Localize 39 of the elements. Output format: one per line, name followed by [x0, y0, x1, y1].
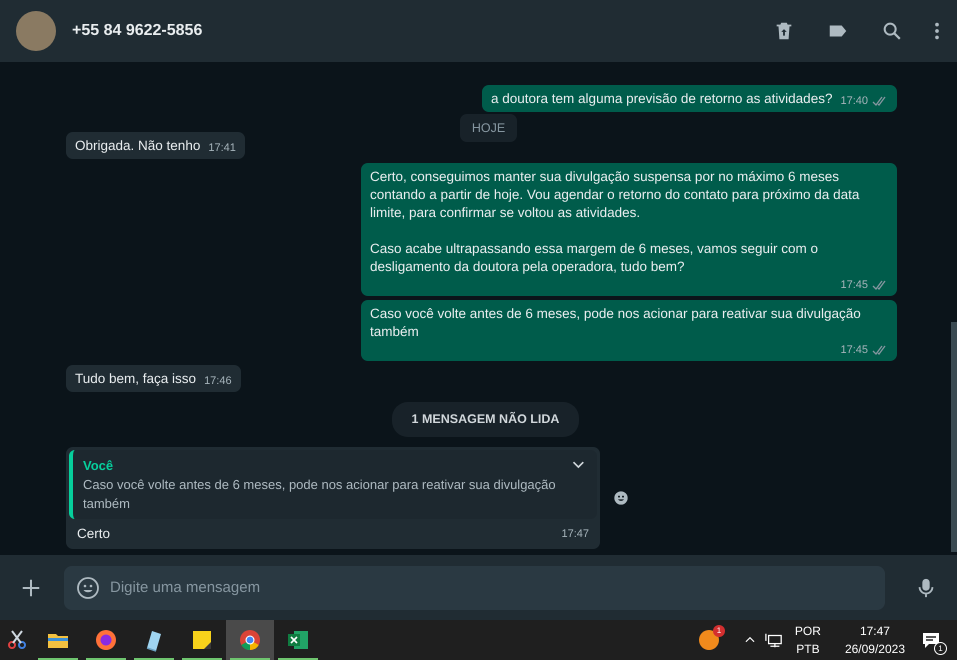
- message-field[interactable]: Digite uma mensagem: [64, 566, 885, 610]
- message-text: Obrigada. Não tenho: [75, 137, 200, 156]
- clock-time[interactable]: 17:47: [860, 622, 890, 640]
- message-time: 17:45: [840, 343, 868, 358]
- message-time: 17:47: [561, 527, 589, 542]
- quote-author: Você: [83, 457, 114, 475]
- spreadsheet-icon: [286, 628, 310, 652]
- unread-divider: 1 MENSAGEM NÃO LIDA: [392, 402, 580, 437]
- message-text: Certo: [77, 525, 110, 543]
- message-time: 17:45: [840, 278, 868, 294]
- notification-count: 1: [934, 642, 947, 655]
- quote-text: Caso você volte antes de 6 meses, pode nos acionar para reativar sua divulgação também: [83, 476, 557, 513]
- menu-icon[interactable]: [933, 20, 941, 42]
- browser-icon: [238, 628, 262, 652]
- clock-date[interactable]: 26/09/2023: [844, 640, 905, 658]
- search-icon[interactable]: [881, 20, 903, 42]
- message-text: Certo, conseguimos manter sua divulgação suspensa por no máximo 6 meses contando a partir de hoje. Vou agendar o retorno do contato para próximo da data limite, para confirmar se voltou as atividades. Caso acabe ultrapassando essa margem de 6 meses, vamos seguir com o desligamento da doutora pela operadora, tudo bem?: [370, 168, 860, 276]
- contact-photo-placeholder[interactable]: [16, 11, 56, 51]
- app-circle-icon[interactable]: [698, 630, 719, 650]
- sticky-note-icon: [190, 628, 214, 652]
- message-time: 17:46: [204, 374, 232, 390]
- taskbar-button[interactable]: [226, 620, 274, 660]
- message-time: 17:41: [208, 141, 236, 156]
- message-text: Tudo bem, faça isso: [75, 370, 196, 388]
- keyboard-layout: PTB: [796, 641, 820, 658]
- network-icon[interactable]: [764, 632, 783, 648]
- quoted-message[interactable]: Você Caso você volte antes de 6 meses, pode nos acionar para reativar sua divulgação também: [69, 450, 597, 519]
- message-time: 17:40: [840, 94, 868, 108]
- scissors-icon: [5, 628, 29, 652]
- language-code: POR: [794, 623, 821, 640]
- notification-icon[interactable]: [921, 630, 941, 650]
- message-text: a doutora tem alguma previsão de retorno as atividades?: [491, 90, 832, 108]
- notification-badge: 1: [712, 625, 725, 637]
- message-text: Caso você volte antes de 6 meses, pode nos acionar para reativar sua divulgação também: [370, 305, 862, 342]
- scrollbar[interactable]: [951, 322, 957, 552]
- date-chip: HOJE: [460, 114, 518, 142]
- smiley-icon: [613, 490, 629, 506]
- smiley-icon[interactable]: [76, 576, 100, 600]
- contact-name: +55 84 9622-5856: [72, 21, 204, 41]
